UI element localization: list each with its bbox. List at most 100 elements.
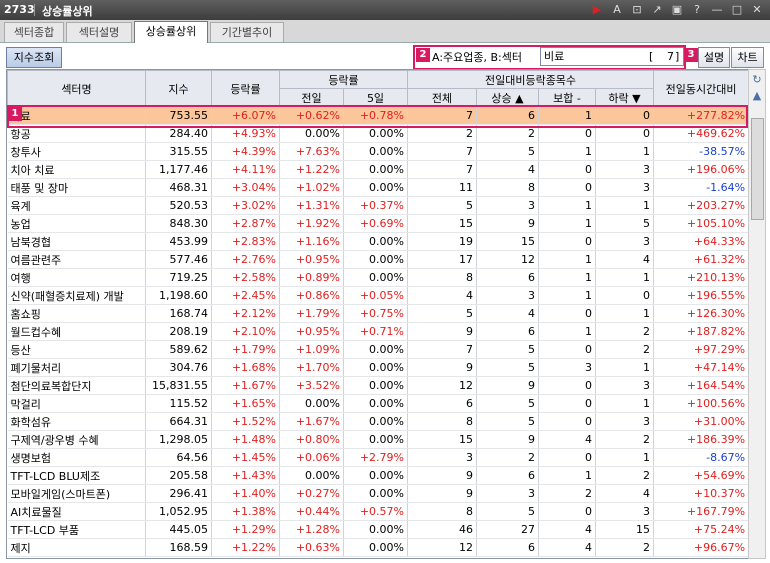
table-row[interactable]: 남북경협 453.99 +2.83% +1.16% 0.00% 19 15 0 3 +64.33% <box>7 232 748 251</box>
tab-top-gainers[interactable]: 상승률상위 <box>134 21 208 43</box>
col-five-day[interactable]: 5일 <box>343 88 408 107</box>
table-row[interactable]: 여름관련주 577.46 +2.76% +0.95% 0.00% 17 12 1 4 +61.32… <box>7 250 748 269</box>
cell-flat: 1 <box>538 142 596 161</box>
cell-flat: 1 <box>538 268 596 287</box>
cell-name: 신약(패혈증치료제) 개발 <box>7 286 146 305</box>
cell-st: +10.37% <box>653 484 748 503</box>
table-row[interactable]: 구제역/광우병 수혜 1,298.05 +1.48% +0.80% 0.00% 15 9 4 2… <box>7 430 748 449</box>
table-row[interactable]: 제지 168.59 +1.22% +0.63% 0.00% 12 6 4 2 +96.67% <box>7 538 748 557</box>
tab-sector-summary[interactable]: 섹터종합 <box>4 22 64 42</box>
cell-rate: +1.67% <box>211 376 280 395</box>
col-sector[interactable]: 섹터명 <box>7 70 146 107</box>
table-row[interactable]: AI치료물질 1,052.95 +1.38% +0.44% +0.57% 8 5 0 3 +167… <box>7 502 748 521</box>
cell-prev: +1.70% <box>279 358 344 377</box>
cell-rate: +4.39% <box>211 142 280 161</box>
cell-name: AI치료물질 <box>7 502 146 521</box>
table-row[interactable]: 첨단의료복합단지 15,831.55 +1.67% +3.52% 0.00% 12 9 0 3 +… <box>7 376 748 395</box>
table-row[interactable]: TFT-LCD BLU제조 205.58 +1.43% 0.00% 0.00% 9 6 1 2 +… <box>7 466 748 485</box>
help-icon[interactable]: ? <box>690 2 704 17</box>
tab-period-trend[interactable]: 기간별추이 <box>210 22 284 42</box>
index-lookup-button[interactable]: 지수조회 <box>6 47 62 68</box>
font-icon[interactable]: A <box>610 2 624 17</box>
table-row[interactable]: 폐기물처리 304.76 +1.68% +1.70% 0.00% 9 5 3 1 +47.14% <box>7 358 748 377</box>
table-row[interactable]: TFT-LCD 부품 445.05 +1.29% +1.28% 0.00% 46 27 4 15… <box>7 520 748 539</box>
refresh-icon[interactable]: ↻ <box>750 73 764 87</box>
chart-button[interactable]: 차트 <box>731 47 764 68</box>
table-row[interactable]: 여행 719.25 +2.58% +0.89% 0.00% 8 6 1 1 +210.13% <box>7 268 748 287</box>
cell-prev: +1.09% <box>279 340 344 359</box>
table-row[interactable]: 태풍 및 장마 468.31 +3.04% +1.02% 0.00% 11 8 0 3 -1.64… <box>7 178 748 197</box>
scroll-thumb[interactable] <box>751 118 764 220</box>
vertical-scrollbar[interactable]: ↻ ▲ <box>748 69 766 559</box>
table-row[interactable]: 농업 848.30 +2.87% +1.92% +0.69% 15 9 1 5 +105.10% <box>7 214 748 233</box>
cell-flat: 0 <box>538 502 596 521</box>
cell-index: 848.30 <box>145 214 212 233</box>
cell-rise: 6 <box>476 268 539 287</box>
cell-index: 168.74 <box>145 304 212 323</box>
col-rate[interactable]: 등락률 <box>211 70 280 107</box>
table-row[interactable]: 홈쇼핑 168.74 +2.12% +1.79% +0.75% 5 4 0 1 +126.30% <box>7 304 748 323</box>
cell-rise: 15 <box>476 232 539 251</box>
tab-sector-description[interactable]: 섹터설명 <box>66 22 132 42</box>
col-rise[interactable]: 상승 ▲ <box>476 88 539 107</box>
table-row[interactable]: 창투사 315.55 +4.39% +7.63% 0.00% 7 5 1 1 -38.57% <box>7 142 748 161</box>
cell-name: 남북경협 <box>7 232 146 251</box>
close-icon[interactable]: ✕ <box>750 2 764 17</box>
table-row[interactable]: 막걸리 115.52 +1.65% 0.00% 0.00% 6 5 0 1 +100.56% <box>7 394 748 413</box>
cell-index: 1,177.46 <box>145 160 212 179</box>
play-icon[interactable]: ▶ <box>590 2 604 17</box>
table-row[interactable]: 등산 589.62 +1.79% +1.09% 0.00% 7 5 0 2 +97.29% <box>7 340 748 359</box>
cell-name: 생명보험 <box>7 448 146 467</box>
table-row[interactable]: 모바일게임(스마트폰) 296.41 +1.40% +0.27% 0.00% 9 3 2 4 +1… <box>7 484 748 503</box>
cell-rise: 5 <box>476 142 539 161</box>
cell-index: 115.52 <box>145 394 212 413</box>
cell-st: +31.00% <box>653 412 748 431</box>
export-icon[interactable]: ⊡ <box>630 2 644 17</box>
col-total[interactable]: 전체 <box>407 88 477 107</box>
cell-name: 태풍 및 장마 <box>7 178 146 197</box>
cell-fall: 3 <box>595 232 655 251</box>
link-icon[interactable]: ↗ <box>650 2 664 17</box>
table-row[interactable]: 육계 520.53 +3.02% +1.31% +0.37% 5 3 1 1 +203.27% <box>7 196 748 215</box>
cell-prev: +3.52% <box>279 376 344 395</box>
cell-rise: 12 <box>476 250 539 269</box>
cell-name: 첨단의료복합단지 <box>7 376 146 395</box>
cell-fall: 4 <box>595 250 655 269</box>
cell-prev: +1.22% <box>279 160 344 179</box>
sector-filter-input[interactable]: 비료 [ 7 ] <box>540 47 684 66</box>
description-button[interactable]: 설명 <box>698 47 730 68</box>
cell-total: 5 <box>407 304 477 323</box>
col-flat[interactable]: 보합 - <box>538 88 596 107</box>
cell-st: +64.33% <box>653 232 748 251</box>
cell-index: 445.05 <box>145 520 212 539</box>
cell-name: 모바일게임(스마트폰) <box>7 484 146 503</box>
cell-rate: +1.38% <box>211 502 280 521</box>
table-row[interactable]: 생명보험 64.56 +1.45% +0.06% +2.79% 3 2 0 1 -8.67% <box>7 448 748 467</box>
col-fall[interactable]: 하락 ▼ <box>594 88 655 107</box>
maximize-icon[interactable]: □ <box>730 2 744 17</box>
cell-total: 8 <box>407 502 477 521</box>
cell-prev: +0.80% <box>279 430 344 449</box>
cell-index: 205.58 <box>145 466 212 485</box>
cell-fall: 1 <box>595 394 655 413</box>
cell-name: 월드컵수혜 <box>7 322 146 341</box>
col-same-time[interactable]: 전일동시간대비 <box>653 70 748 107</box>
cell-prev: +7.63% <box>279 142 344 161</box>
cell-index: 664.31 <box>145 412 212 431</box>
scroll-up-icon[interactable]: ▲ <box>750 89 764 103</box>
col-index[interactable]: 지수 <box>145 70 212 107</box>
filter-count: 7 <box>667 50 674 63</box>
cell-rise: 5 <box>476 358 539 377</box>
col-prev-day[interactable]: 전일 <box>279 88 344 107</box>
col-count-group: 전일대비등락종목수 <box>406 70 655 89</box>
table-row[interactable]: 화학섬유 664.31 +1.52% +1.67% 0.00% 8 5 0 3 +31.00% <box>7 412 748 431</box>
minimize-icon[interactable]: — <box>710 2 724 17</box>
cell-rise: 5 <box>476 412 539 431</box>
table-row[interactable]: 월드컵수혜 208.19 +2.10% +0.95% +0.71% 9 6 1 2 +187.82… <box>7 322 748 341</box>
table-row[interactable]: 신약(패혈증치료제) 개발 1,198.60 +2.45% +0.86% +0.05% 4… <box>7 286 748 305</box>
cell-total: 8 <box>407 268 477 287</box>
cell-name: TFT-LCD BLU제조 <box>7 466 146 485</box>
table-row[interactable]: 치아 치료 1,177.46 +4.11% +1.22% 0.00% 7 4 0 3 +196.0… <box>7 160 748 179</box>
window-icon[interactable]: ▣ <box>670 2 684 17</box>
cell-prev: +1.16% <box>279 232 344 251</box>
